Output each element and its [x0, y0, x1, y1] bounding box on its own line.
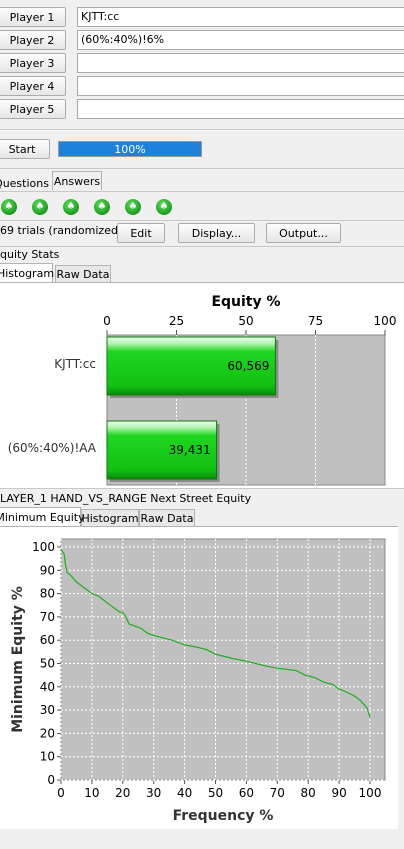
- x-tick-label: 100: [374, 314, 397, 328]
- start-button[interactable]: Start: [0, 139, 50, 159]
- x-tick-label: 30: [146, 786, 161, 800]
- output-button[interactable]: Output...: [266, 223, 341, 243]
- x-tick-label: 20: [115, 786, 130, 800]
- tab-histogram-2[interactable]: Histogram: [81, 509, 139, 526]
- divider: [0, 220, 404, 221]
- divider: [0, 191, 404, 192]
- spade-glyph: ♠: [94, 199, 110, 215]
- x-tick-label: 80: [301, 786, 316, 800]
- player-2-button[interactable]: Player 2: [0, 30, 66, 50]
- x-tick-label: 10: [84, 786, 99, 800]
- player-5-button[interactable]: Player 5: [0, 99, 66, 119]
- spade-icon[interactable]: ♠: [0, 197, 22, 217]
- x-tick-label: 60: [239, 786, 254, 800]
- progress-text: 100%: [114, 142, 146, 156]
- y-tick-label: 70: [40, 610, 55, 624]
- x-tick-label: 40: [177, 786, 192, 800]
- edit-button[interactable]: Edit: [117, 223, 165, 243]
- tab-raw-data-2[interactable]: Raw Data: [139, 509, 195, 526]
- spade-glyph: ♠: [63, 199, 79, 215]
- spade-icon[interactable]: ♠: [151, 197, 177, 217]
- trials-label: 69 trials (randomized): [0, 224, 123, 237]
- spade-glyph: ♠: [125, 199, 141, 215]
- player-1-range-input[interactable]: KJTT:cc: [77, 7, 404, 27]
- player-3-range-input[interactable]: [77, 53, 404, 73]
- y-tick-label: 100: [32, 540, 55, 554]
- x-tick-label: 50: [238, 314, 253, 328]
- player-4-button[interactable]: Player 4: [0, 76, 66, 96]
- chart-title: Equity %: [211, 294, 280, 310]
- y-tick-label: 30: [40, 703, 55, 717]
- spade-icon[interactable]: ♠: [27, 197, 53, 217]
- x-tick-label: 50: [208, 786, 223, 800]
- progress-bar: 100%: [58, 141, 202, 157]
- player-5-range-input[interactable]: [77, 99, 404, 119]
- tab-answers[interactable]: Answers: [52, 171, 102, 190]
- x-tick-label: 100: [359, 786, 382, 800]
- bar-value-label: 60,569: [227, 359, 269, 373]
- tab-questions[interactable]: Questions: [0, 173, 49, 192]
- x-tick-label: 90: [331, 786, 346, 800]
- spade-icon[interactable]: ♠: [58, 197, 84, 217]
- category-label: KJTT:cc: [54, 357, 96, 371]
- tab-histogram[interactable]: Histogram: [0, 263, 54, 282]
- player-2-range-input[interactable]: (60%:40%)!6%: [77, 30, 404, 50]
- plot-area: [60, 538, 386, 781]
- y-tick-label: 60: [40, 633, 55, 647]
- spade-glyph: ♠: [1, 199, 17, 215]
- x-tick-label: 0: [103, 314, 111, 328]
- divider: [0, 168, 404, 169]
- bar-value-label: 39,431: [169, 443, 211, 457]
- x-axis-label: Frequency %: [173, 808, 274, 824]
- divider: [0, 130, 404, 131]
- tab-minimum-equity[interactable]: Minimum Equity: [0, 507, 85, 526]
- divider: [0, 246, 404, 247]
- player-4-range-input[interactable]: [77, 76, 404, 96]
- y-tick-label: 0: [47, 773, 55, 787]
- player-3-button[interactable]: Player 3: [0, 53, 66, 73]
- category-label: (60%:40%)!AA: [8, 441, 97, 455]
- y-tick-label: 40: [40, 680, 55, 694]
- player-1-button[interactable]: Player 1: [0, 7, 66, 27]
- x-tick-label: 75: [308, 314, 323, 328]
- equity-bar-chart: Equity % 0 25 50 75 100 60,569 KJTT:cc 39,431 (60…: [8, 294, 397, 486]
- display-button[interactable]: Display...: [178, 223, 255, 243]
- equity-stats-title: quity Stats: [0, 248, 60, 261]
- x-tick-label: 25: [169, 314, 184, 328]
- y-tick-label: 50: [40, 657, 55, 671]
- y-tick-label: 80: [40, 587, 55, 601]
- spade-glyph: ♠: [32, 199, 48, 215]
- x-tick-label: 70: [270, 786, 285, 800]
- min-equity-line-chart: 0 10 20 30 40 50 60 70 80 90 100 0 10 20 30 40 50 60 70 80 9…: [10, 538, 386, 824]
- x-tick-label: 0: [57, 786, 65, 800]
- next-street-title: LAYER_1 HAND_VS_RANGE Next Street Equity: [0, 492, 252, 505]
- y-tick-label: 90: [40, 563, 55, 577]
- spade-glyph: ♠: [156, 199, 172, 215]
- divider: [0, 488, 404, 489]
- y-axis-label: Minimum Equity %: [10, 586, 26, 733]
- y-tick-label: 10: [40, 750, 55, 764]
- tab-raw-data[interactable]: Raw Data: [55, 265, 111, 282]
- y-tick-label: 20: [40, 726, 55, 740]
- spade-icon[interactable]: ♠: [120, 197, 146, 217]
- spade-icon[interactable]: ♠: [89, 197, 115, 217]
